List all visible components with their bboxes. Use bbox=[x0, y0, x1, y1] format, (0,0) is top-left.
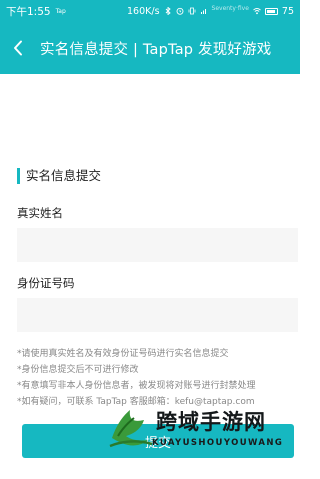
name-label: 真实姓名 bbox=[17, 206, 63, 220]
submit-button[interactable]: 提交 bbox=[22, 424, 294, 458]
carrier-faint-text: Seventy·five bbox=[211, 4, 249, 12]
notes-list: *请使用真实姓名及有效身份证号码进行实名信息提交 *身份信息提交后不可进行修改 … bbox=[17, 346, 297, 410]
note-item: *身份信息提交后不可进行修改 bbox=[17, 365, 139, 375]
vibrate-icon bbox=[188, 7, 195, 15]
wifi-icon bbox=[253, 8, 261, 15]
status-bar: 下午1:55 Tap 160K/s Seventy·five 75 bbox=[0, 0, 300, 22]
status-time: 下午1:55 bbox=[6, 5, 51, 18]
chevron-left-icon bbox=[14, 40, 22, 56]
bluetooth-icon bbox=[165, 7, 171, 15]
page-title: 实名信息提交 | TapTap 发现好游戏 bbox=[40, 41, 272, 58]
note-item: *有意填写非本人身份信息者，被发现将对账号进行封禁处理 bbox=[17, 381, 256, 391]
note-item: *请使用真实姓名及有效身份证号码进行实名信息提交 bbox=[17, 349, 229, 359]
alarm-icon bbox=[176, 7, 183, 15]
id-number-label: 身份证号码 bbox=[17, 276, 75, 290]
status-right-group: 160K/s Seventy·five 75 bbox=[127, 4, 294, 17]
status-app-badge: Tap bbox=[55, 7, 66, 15]
battery-icon bbox=[264, 7, 278, 15]
nav-bar: 实名信息提交 | TapTap 发现好游戏 bbox=[0, 22, 300, 74]
name-input[interactable] bbox=[17, 228, 298, 262]
section-title: 实名信息提交 bbox=[17, 168, 101, 184]
note-item: *如有疑问，可联系 TapTap 客服邮箱：kefu@taptap.com bbox=[17, 397, 255, 407]
battery-level: 75 bbox=[281, 5, 294, 17]
back-button[interactable] bbox=[0, 22, 36, 74]
network-speed: 160K/s bbox=[127, 5, 160, 17]
id-number-input[interactable] bbox=[17, 298, 298, 332]
signal-icon bbox=[200, 9, 206, 14]
